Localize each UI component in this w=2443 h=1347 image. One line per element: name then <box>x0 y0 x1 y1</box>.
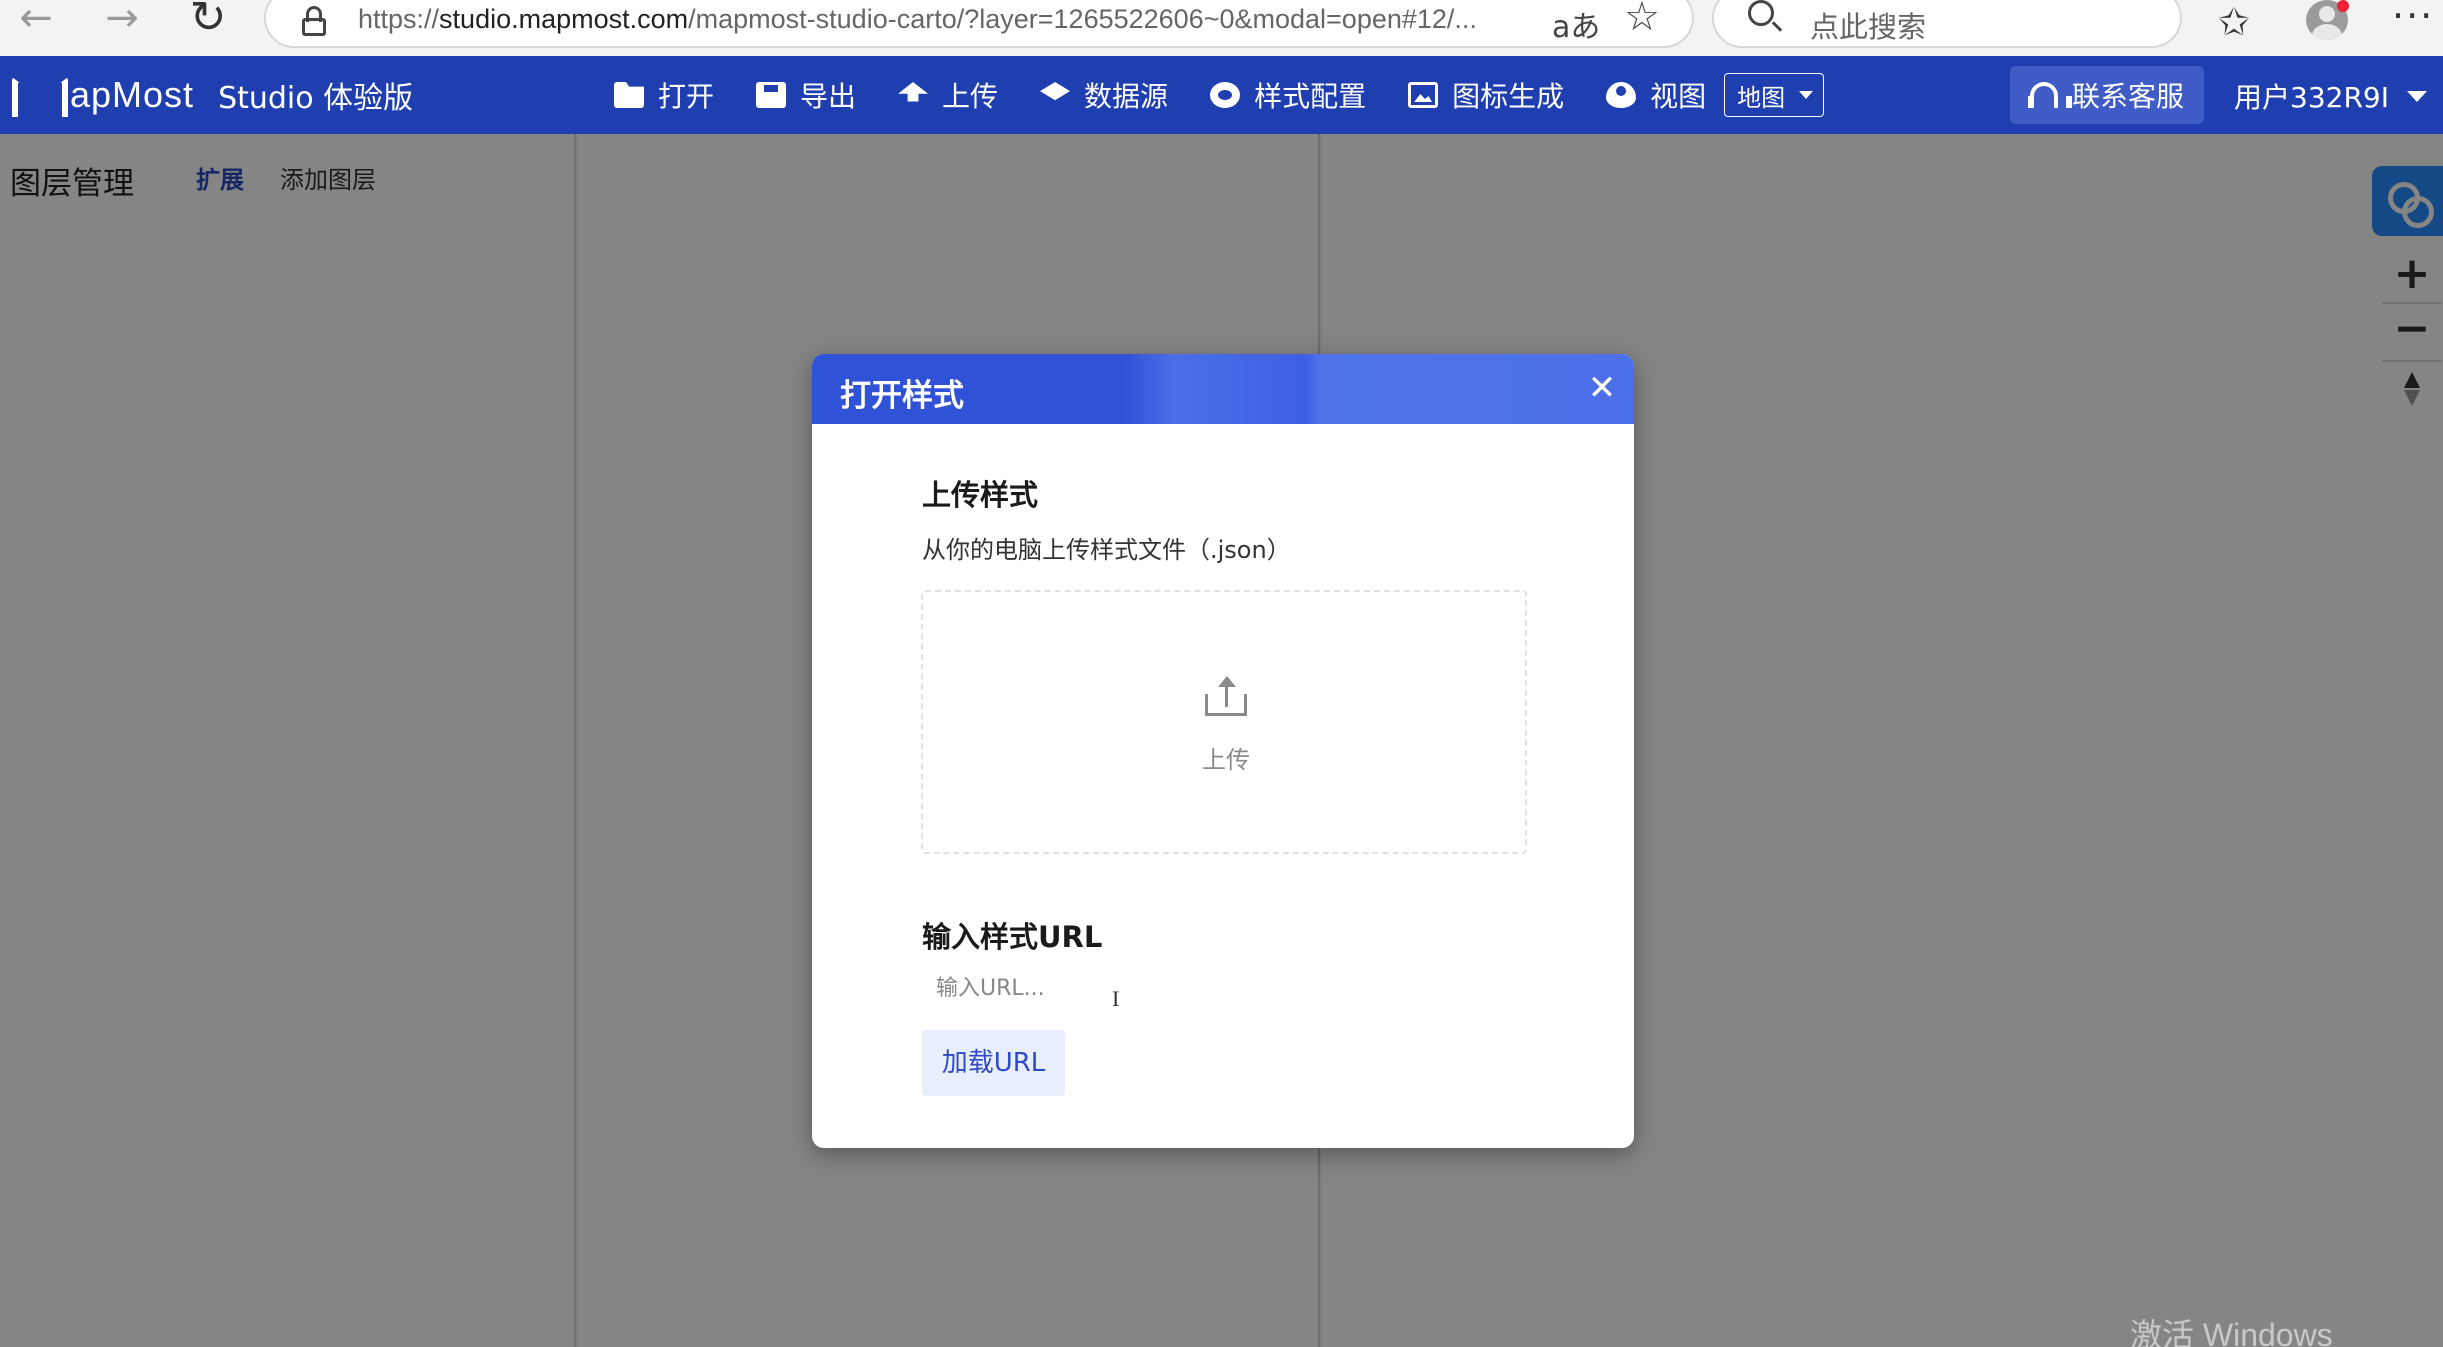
more-options-icon[interactable]: ··· <box>2392 0 2434 38</box>
search-placeholder: 点此搜索 <box>1810 10 1927 44</box>
dialog-title: 打开样式 <box>840 378 964 414</box>
view-label: 视图 <box>1650 80 1707 113</box>
style-url-input[interactable] <box>922 966 1222 1010</box>
browser-toolbar: ← → ↻ https://studio.mapmost.com/mapmost… <box>0 0 2443 56</box>
favorite-star-icon[interactable]: ☆ <box>1624 0 1660 40</box>
icon-generate-label: 图标生成 <box>1452 80 1565 113</box>
search-icon <box>1748 0 1774 26</box>
user-name: 用户332R9I <box>2234 81 2389 114</box>
save-icon <box>756 82 787 108</box>
layers-icon <box>1040 82 1071 101</box>
windows-activation-watermark: 激活 Windows <box>2130 1317 2333 1347</box>
reload-icon[interactable]: ↻ <box>178 0 238 40</box>
upload-zone-label: 上传 <box>1202 746 1250 774</box>
mapmost-logo-icon <box>10 73 66 117</box>
view-select-value: 地图 <box>1737 83 1786 112</box>
view-button[interactable]: 视图 <box>1606 56 1706 134</box>
image-icon <box>1408 82 1439 108</box>
upload-section-description: 从你的电脑上传样式文件（.json） <box>922 536 1291 564</box>
url-text[interactable]: https://studio.mapmost.com/mapmost-studi… <box>358 4 1477 35</box>
upload-section-title: 上传样式 <box>922 478 1039 512</box>
style-config-button[interactable]: 样式配置 <box>1210 56 1366 134</box>
app-header: apMost Studio 体验版 打开 导出 上传 数据源 样式配置 图标生成 <box>0 56 2443 134</box>
load-url-button[interactable]: 加载URL <box>922 1030 1065 1096</box>
user-menu[interactable]: 用户332R9I <box>2234 76 2427 116</box>
eye-icon <box>1606 82 1637 108</box>
favorites-list-icon[interactable]: ✩ <box>2218 0 2250 44</box>
dialog-header: 打开样式 ✕ <box>812 354 1634 424</box>
chevron-down-icon <box>1799 91 1814 99</box>
browser-search-box[interactable]: 点此搜索 <box>1712 0 2182 48</box>
gear-icon <box>1210 82 1241 108</box>
url-path: /mapmost-studio-carto/?layer=1265522606~… <box>688 4 1477 34</box>
view-select[interactable]: 地图 <box>1724 73 1825 117</box>
url-section-title: 输入样式URL <box>922 920 1103 954</box>
open-button[interactable]: 打开 <box>614 56 714 134</box>
logo-text: apMost <box>70 74 195 115</box>
export-button[interactable]: 导出 <box>756 56 856 134</box>
upload-icon <box>898 82 929 102</box>
url-prefix: https:// <box>358 4 440 34</box>
upload-icon <box>1203 676 1249 720</box>
style-config-label: 样式配置 <box>1254 80 1367 113</box>
icon-generate-button[interactable]: 图标生成 <box>1408 56 1564 134</box>
data-source-button[interactable]: 数据源 <box>1040 56 1168 134</box>
contact-label: 联系客服 <box>2071 80 2184 113</box>
chevron-down-icon <box>2406 90 2427 102</box>
logo-subtitle: Studio 体验版 <box>218 81 414 116</box>
address-bar[interactable]: https://studio.mapmost.com/mapmost-studi… <box>264 0 1694 48</box>
folder-open-icon <box>614 82 644 108</box>
text-cursor-icon: I <box>1112 986 1120 1011</box>
data-source-label: 数据源 <box>1084 80 1169 113</box>
upload-drop-zone[interactable]: 上传 <box>921 590 1527 854</box>
forward-arrow-icon[interactable]: → <box>92 0 152 38</box>
open-label: 打开 <box>658 80 715 113</box>
upload-button[interactable]: 上传 <box>898 56 998 134</box>
export-label: 导出 <box>800 80 857 113</box>
read-aloud-icon[interactable]: aあ <box>1552 2 1600 46</box>
url-host: studio.mapmost.com <box>439 4 689 34</box>
mapmost-logo[interactable]: apMost Studio 体验版 <box>10 70 413 120</box>
upload-label: 上传 <box>942 80 999 113</box>
lock-icon[interactable] <box>302 6 326 36</box>
headset-icon <box>2027 82 2072 108</box>
contact-support-button[interactable]: 联系客服 <box>2010 66 2204 124</box>
back-arrow-icon[interactable]: ← <box>6 0 66 38</box>
open-style-dialog: 打开样式 ✕ 上传样式 从你的电脑上传样式文件（.json） 上传 输入样式UR… <box>812 354 1634 1148</box>
main-toolbar: 打开 导出 上传 数据源 样式配置 图标生成 视图 地图 <box>614 56 1825 134</box>
close-icon[interactable]: ✕ <box>1582 368 1622 408</box>
notification-dot-icon <box>2337 0 2349 12</box>
